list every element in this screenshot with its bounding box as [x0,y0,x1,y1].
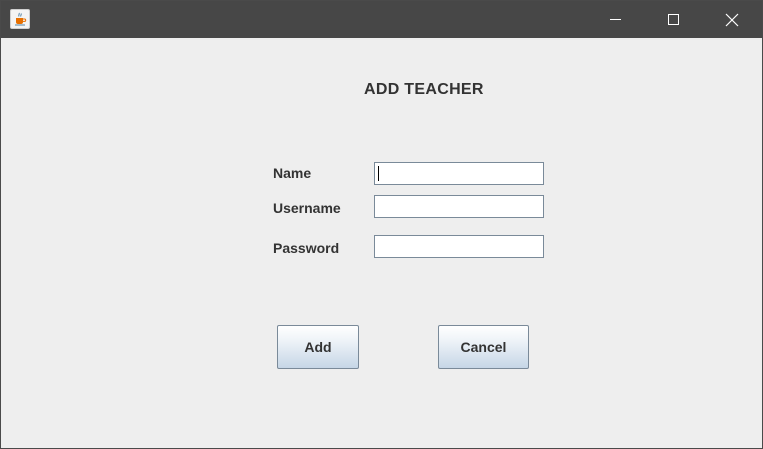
password-field[interactable] [374,235,544,258]
java-coffee-cup-icon[interactable] [10,9,30,29]
name-field[interactable] [374,162,544,185]
name-label: Name [273,165,312,181]
page-title: ADD TEACHER [364,81,484,98]
add-teacher-window: ADD TEACHER Name Username Password Add C… [0,0,763,449]
close-button[interactable] [702,1,760,38]
minimize-icon [610,19,621,20]
title-bar[interactable] [1,1,762,38]
close-icon [725,13,739,27]
text-caret [378,166,379,181]
username-field[interactable] [374,195,544,218]
cancel-button[interactable]: Cancel [438,325,529,369]
minimize-button[interactable] [586,1,644,38]
maximize-button[interactable] [644,1,702,38]
password-label: Password [273,240,340,256]
username-label: Username [273,200,341,216]
maximize-icon [668,14,679,25]
add-button[interactable]: Add [277,325,359,369]
